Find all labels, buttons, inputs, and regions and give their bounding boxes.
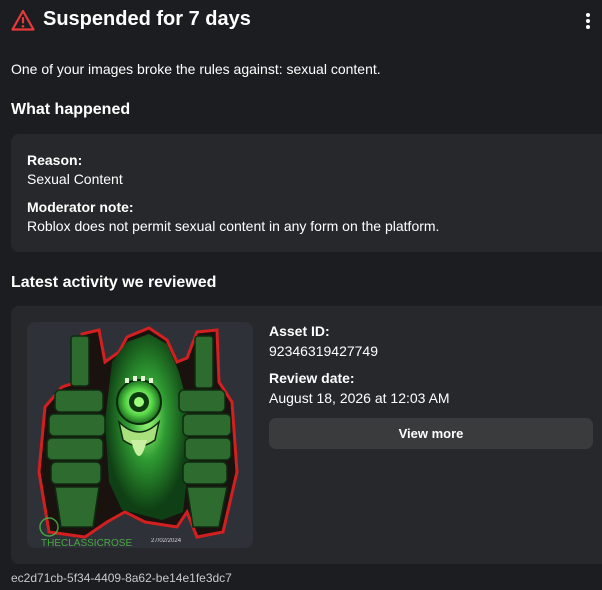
page-title: Suspended for 7 days — [43, 8, 251, 30]
moderator-note-label: Moderator note: — [27, 199, 134, 215]
what-happened-heading: What happened — [11, 101, 131, 118]
header: Suspended for 7 days — [0, 0, 602, 40]
asset-watermark: THECLASSICROSE — [41, 538, 132, 548]
more-vertical-icon[interactable] — [580, 11, 596, 31]
reference-id: ec2d71cb-5f34-4409-8a62-be14e1fe3dc7 — [11, 571, 232, 585]
violation-summary: One of your images broke the rules again… — [11, 61, 381, 77]
reason-label: Reason: — [27, 152, 83, 168]
warning-triangle-icon — [11, 9, 35, 31]
view-more-button[interactable]: View more — [269, 418, 593, 449]
asset-date-stamp: 27/02/2024 — [151, 538, 182, 544]
reviewed-asset-thumbnail: THECLASSICROSE 27/02/2024 — [27, 322, 253, 548]
reviewed-asset-image: THECLASSICROSE 27/02/2024 — [37, 326, 239, 548]
asset-id-value: 92346319427749 — [269, 343, 379, 359]
review-date-value: August 18, 2026 at 12:03 AM — [269, 390, 450, 406]
moderator-note-value: Roblox does not permit sexual content in… — [27, 218, 440, 234]
what-happened-card: Reason: Sexual Content Moderator note: R… — [11, 134, 602, 252]
latest-activity-heading: Latest activity we reviewed — [11, 274, 217, 291]
review-date-label: Review date: — [269, 370, 355, 386]
asset-id-label: Asset ID: — [269, 323, 330, 339]
reason-value: Sexual Content — [27, 171, 123, 187]
latest-activity-card: THECLASSICROSE 27/02/2024 Asset ID: 9234… — [11, 306, 602, 564]
